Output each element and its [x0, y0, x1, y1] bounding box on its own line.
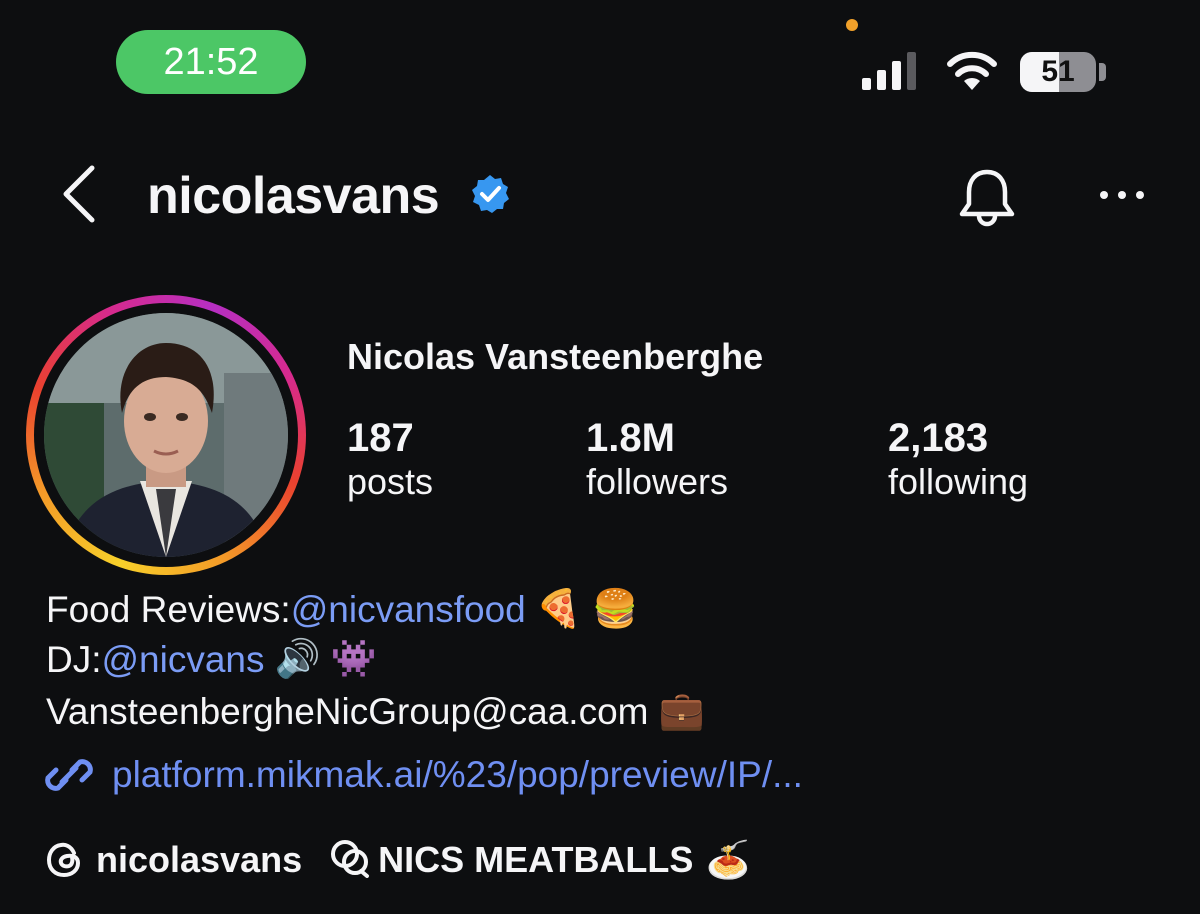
bio-link-row[interactable]: platform.mikmak.ai/%23/pop/preview/IP/..…: [44, 752, 803, 798]
stat-followers-value: 1.8M: [586, 416, 675, 460]
bio-line-email: VansteenbergheNicGroup@caa.com 💼: [46, 690, 705, 733]
stat-followers[interactable]: 1.8M followers: [586, 416, 728, 503]
stat-posts-value: 187: [347, 416, 414, 460]
mention-nicvansfood-link[interactable]: @nicvansfood: [291, 589, 526, 631]
wifi-icon: [947, 51, 997, 90]
battery-cap: [1099, 63, 1106, 81]
status-time: 21:52: [116, 30, 306, 94]
stat-following[interactable]: 2,183 following: [888, 416, 1028, 503]
pizza-burger-emoji: 🍕 🍔: [535, 588, 639, 629]
profile-full-name: Nicolas Vansteenberghe: [347, 336, 764, 377]
stat-following-label: following: [888, 461, 1029, 502]
mention-nicvans-link[interactable]: @nicvans: [102, 639, 265, 681]
profile-avatar[interactable]: [44, 313, 288, 557]
battery-level: 51: [1041, 55, 1075, 88]
bio-food-prefix: Food Reviews:: [46, 588, 291, 630]
stat-following-value: 2,183: [888, 416, 989, 460]
speaker-invader-emoji: 🔊 👾: [274, 638, 377, 679]
bio-line-food: Food Reviews: @nicvansfood 🍕 🍔: [46, 588, 638, 631]
profile-username-title: nicolasvans: [147, 167, 440, 225]
threads-badge-icon: [331, 840, 370, 878]
threads-row: nicolasvans NICS MEATBALLS 🍝: [44, 838, 750, 881]
briefcase-emoji: 💼: [658, 690, 705, 731]
spaghetti-emoji: 🍝: [705, 838, 751, 880]
bio-external-link[interactable]: platform.mikmak.ai/%23/pop/preview/IP/..…: [112, 754, 803, 796]
more-options-icon[interactable]: [1096, 180, 1148, 210]
privacy-indicator-dot: [846, 19, 858, 31]
cellular-signal-icon: [862, 52, 916, 90]
bio-line-dj: DJ: @nicvans 🔊 👾: [46, 638, 377, 681]
threads-handle[interactable]: nicolasvans: [96, 839, 302, 881]
link-chain-icon: [45, 759, 93, 791]
verified-badge-icon: [472, 175, 509, 213]
stat-posts-label: posts: [347, 461, 434, 502]
stat-posts[interactable]: 187 posts: [347, 416, 433, 503]
threads-logo-icon: [46, 842, 81, 877]
bio-dj-prefix: DJ:: [46, 638, 102, 680]
bio-email[interactable]: VansteenbergheNicGroup@caa.com: [46, 691, 648, 733]
threads-badge[interactable]: [328, 838, 374, 881]
threads-badge-text[interactable]: NICS MEATBALLS: [378, 839, 693, 881]
battery-icon: 51: [1020, 52, 1096, 92]
back-chevron-icon[interactable]: [58, 162, 102, 226]
notification-bell-icon[interactable]: [955, 166, 1019, 230]
stat-followers-label: followers: [586, 461, 729, 502]
